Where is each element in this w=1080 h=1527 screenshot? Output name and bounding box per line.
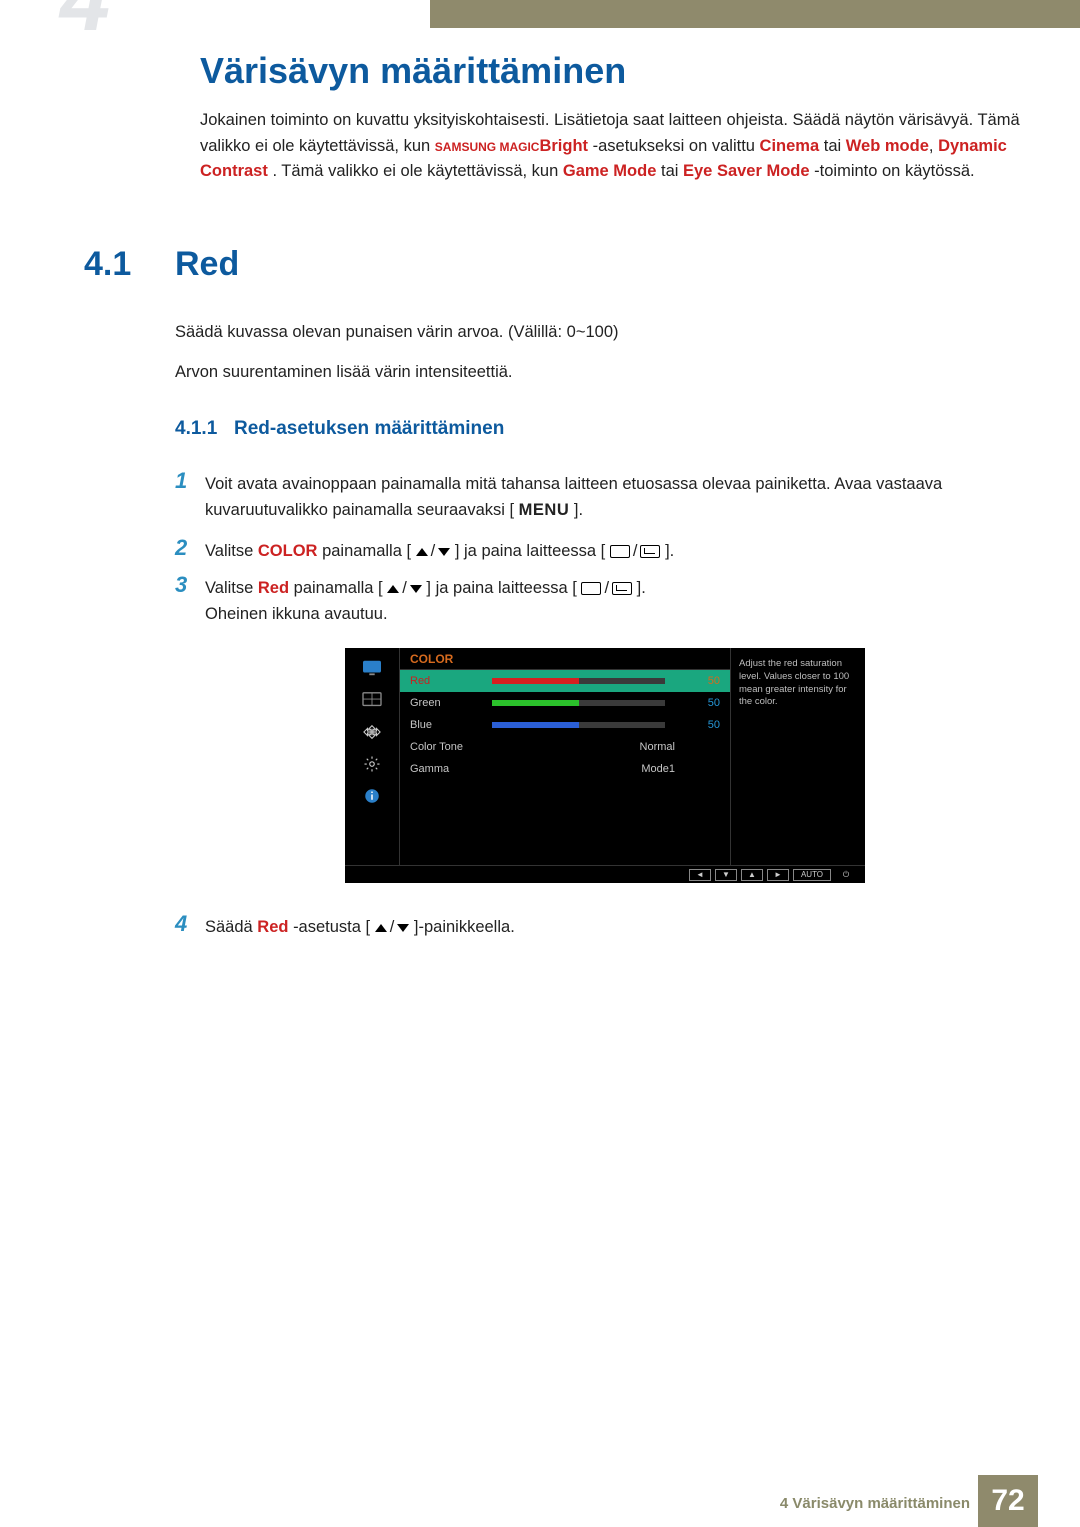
section-para-1: Säädä kuvassa olevan punaisen värin arvo…: [175, 320, 1020, 346]
enter-button-icon: [612, 582, 632, 595]
enter-button-icon: [640, 545, 660, 558]
step-number-1: 1: [175, 468, 187, 494]
display-icon[interactable]: [359, 658, 385, 678]
osd-header: COLOR: [400, 648, 730, 670]
section-para-2: Arvon suurentaminen lisää värin intensit…: [175, 360, 1020, 386]
osd-up-button[interactable]: ▲: [741, 869, 763, 881]
picture-icon[interactable]: [359, 690, 385, 710]
osd-right-button[interactable]: ►: [767, 869, 789, 881]
osd-value-colortone: Normal: [492, 741, 720, 753]
source-button-icon: [581, 582, 601, 595]
osd-menu: COLOR Red 50 Green 50 Blue 50: [345, 648, 865, 883]
osd-down-button[interactable]: ▼: [715, 869, 737, 881]
info-icon[interactable]: [359, 786, 385, 806]
menu-label: MENU: [519, 501, 570, 519]
down-arrow-icon: [397, 924, 409, 932]
step-number-2: 2: [175, 535, 187, 561]
osd-value-gamma: Mode1: [492, 763, 720, 775]
osd-help-text: Adjust the red saturation level. Values …: [730, 648, 865, 865]
osd-bar-red: [492, 678, 665, 684]
osd-bar-green: [492, 700, 665, 706]
down-arrow-icon: [410, 585, 422, 593]
chapter-number-bg: 4: [60, 0, 110, 45]
osd-label-gamma: Gamma: [410, 763, 482, 775]
cinema-label: Cinema: [760, 137, 820, 155]
up-arrow-icon: [375, 924, 387, 932]
osd-row-green[interactable]: Green 50: [400, 692, 730, 714]
osd-power-icon[interactable]: ⏻: [835, 869, 857, 881]
intro-text: -toiminto on käytössä.: [814, 162, 975, 180]
osd-bar-blue: [492, 722, 665, 728]
osd-auto-button[interactable]: AUTO: [793, 869, 831, 881]
bright-label: Bright: [539, 137, 588, 155]
intro-paragraph: Jokainen toiminto on kuvattu yksityiskoh…: [200, 108, 1020, 185]
source-button-icon: [610, 545, 630, 558]
osd-main: COLOR Red 50 Green 50 Blue 50: [400, 648, 730, 865]
intro-text: tai: [661, 162, 683, 180]
osd-value-blue: 50: [675, 719, 720, 731]
settings-gear-icon[interactable]: [359, 754, 385, 774]
osd-row-red[interactable]: Red 50: [400, 670, 730, 692]
top-accent-bar: [430, 0, 1080, 28]
page-number: 72: [978, 1475, 1038, 1527]
step-text-1: Voit avata avainoppaan painamalla mitä t…: [205, 472, 1020, 523]
step-text-2: Valitse COLOR painamalla [ / ] ja paina …: [205, 539, 1020, 565]
gamemode-label: Game Mode: [563, 162, 657, 180]
section-number: 4.1: [84, 245, 131, 284]
up-arrow-icon: [416, 548, 428, 556]
page-footer: 4 Värisävyn määrittäminen 72: [0, 1475, 1080, 1527]
osd-label-red: Red: [410, 675, 482, 687]
webmode-label: Web mode: [846, 137, 929, 155]
osd-label-colortone: Color Tone: [410, 741, 482, 753]
color-label: COLOR: [258, 542, 318, 560]
osd-value-green: 50: [675, 697, 720, 709]
red-label: Red: [258, 579, 289, 597]
footer-chapter-label: 4 Värisävyn määrittäminen: [780, 1495, 970, 1512]
section-title: Red: [175, 245, 239, 284]
subsection-number: 4.1.1: [175, 418, 217, 440]
step-number-3: 3: [175, 572, 187, 598]
magic-label: SAMSUNG MAGIC: [435, 140, 540, 154]
osd-value-red: 50: [675, 675, 720, 687]
osd-left-button[interactable]: ◄: [689, 869, 711, 881]
size-icon[interactable]: [359, 722, 385, 742]
step-text-3: Valitse Red painamalla [ / ] ja paina la…: [205, 576, 1020, 627]
intro-text: tai: [824, 137, 846, 155]
down-arrow-icon: [438, 548, 450, 556]
chapter-title: Värisävyn määrittäminen: [200, 50, 626, 92]
osd-label-green: Green: [410, 697, 482, 709]
osd-footer: ◄ ▼ ▲ ► AUTO ⏻: [345, 865, 865, 883]
intro-text: . Tämä valikko ei ole käytettävissä, kun: [272, 162, 562, 180]
osd-row-blue[interactable]: Blue 50: [400, 714, 730, 736]
eyesaver-label: Eye Saver Mode: [683, 162, 810, 180]
osd-row-gamma[interactable]: Gamma Mode1: [400, 758, 730, 780]
subsection-title: Red-asetuksen määrittäminen: [234, 418, 504, 440]
osd-label-blue: Blue: [410, 719, 482, 731]
step-text-4: Säädä Red -asetusta [ / ]-painikkeella.: [205, 915, 1020, 941]
step-number-4: 4: [175, 911, 187, 937]
osd-sidebar: [345, 648, 400, 865]
up-arrow-icon: [387, 585, 399, 593]
osd-row-colortone[interactable]: Color Tone Normal: [400, 736, 730, 758]
red-label: Red: [257, 918, 288, 936]
intro-text: -asetukseksi on valittu: [593, 137, 760, 155]
